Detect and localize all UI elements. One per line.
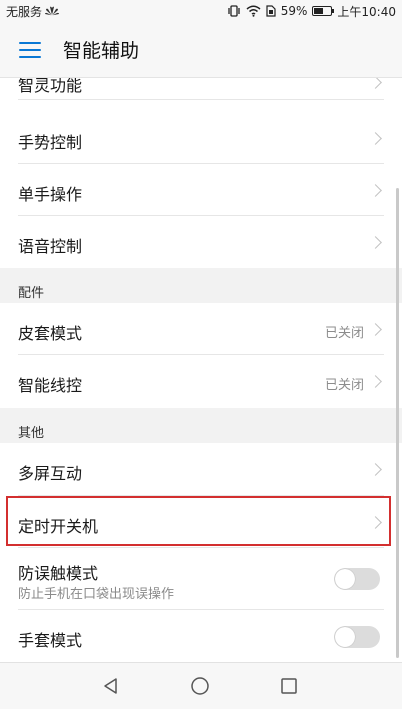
glove-mode-toggle[interactable] <box>334 626 380 648</box>
settings-list[interactable]: 智灵功能 手势控制 单手操作 语音控制 配件 皮套模式 已关闭 智能线控 已关闭… <box>0 78 402 662</box>
accidental-touch-toggle[interactable] <box>334 568 380 590</box>
settings-item-smart-wire-control[interactable]: 智能线控 已关闭 <box>0 355 402 408</box>
settings-item-glove-mode[interactable]: 手套模式 <box>0 610 402 662</box>
recents-icon[interactable] <box>279 676 299 696</box>
settings-item-case-mode[interactable]: 皮套模式 已关闭 <box>0 303 402 355</box>
battery-percent-text: 59% <box>280 4 308 18</box>
section-label: 其他 <box>18 426 45 441</box>
settings-item-value: 已关闭 <box>324 326 364 341</box>
section-header-accessories: 配件 <box>0 268 402 303</box>
settings-item-label: 手势控制 <box>18 133 83 152</box>
settings-item-subtitle: 防止手机在口袋出现误操作 <box>18 587 175 602</box>
settings-item-label: 手套模式 <box>18 631 83 650</box>
chevron-right-icon <box>369 375 382 388</box>
settings-item-label: 防误触模式 <box>18 564 99 583</box>
vibrate-icon <box>227 5 241 17</box>
page-title: 智能辅助 <box>63 40 140 62</box>
settings-item-multi-screen[interactable]: 多屏互动 <box>0 443 402 496</box>
app-bar: 智能辅助 <box>0 22 402 78</box>
settings-item-label: 单手操作 <box>18 185 83 204</box>
chevron-right-icon <box>369 78 382 89</box>
carrier-text: 无服务 <box>6 4 43 19</box>
status-right: 59% 上午10:40 <box>227 3 396 20</box>
navigation-bar <box>0 662 402 709</box>
time-text: 上午10:40 <box>337 4 396 19</box>
settings-item-label: 多屏互动 <box>18 464 83 483</box>
chevron-right-icon <box>369 323 382 336</box>
toggle-knob <box>335 569 355 589</box>
settings-item-label: 语音控制 <box>18 237 83 256</box>
chevron-right-icon <box>369 463 382 476</box>
settings-item-smart-features[interactable]: 智灵功能 <box>0 78 402 100</box>
chevron-right-icon <box>369 132 382 145</box>
huawei-logo-icon <box>45 6 60 16</box>
chevron-right-icon <box>369 236 382 249</box>
section-header-others: 其他 <box>0 408 402 443</box>
settings-item-gesture-control[interactable]: 手势控制 <box>0 112 402 164</box>
settings-item-label: 智灵功能 <box>18 78 83 95</box>
status-bar: 无服务 59% 上午10:40 <box>0 0 402 22</box>
battery-level <box>314 8 324 14</box>
section-label: 配件 <box>18 286 45 301</box>
settings-item-accidental-touch[interactable]: 防误触模式 防止手机在口袋出现误操作 <box>0 548 402 610</box>
divider <box>18 99 384 100</box>
back-icon[interactable] <box>101 676 121 696</box>
highlight-box <box>6 496 391 546</box>
sim-icon <box>266 5 276 17</box>
toggle-knob <box>335 627 355 647</box>
settings-item-value: 已关闭 <box>324 378 364 393</box>
wifi-icon <box>246 5 261 17</box>
settings-item-label: 皮套模式 <box>18 324 83 343</box>
chevron-right-icon <box>369 184 382 197</box>
battery-icon <box>312 6 335 16</box>
settings-item-label: 智能线控 <box>18 376 83 395</box>
settings-item-voice-control[interactable]: 语音控制 <box>0 216 402 268</box>
home-icon[interactable] <box>190 676 210 696</box>
scrollbar[interactable] <box>396 188 399 658</box>
menu-icon[interactable] <box>19 41 41 58</box>
status-left: 无服务 <box>6 3 60 20</box>
settings-item-one-hand[interactable]: 单手操作 <box>0 164 402 216</box>
